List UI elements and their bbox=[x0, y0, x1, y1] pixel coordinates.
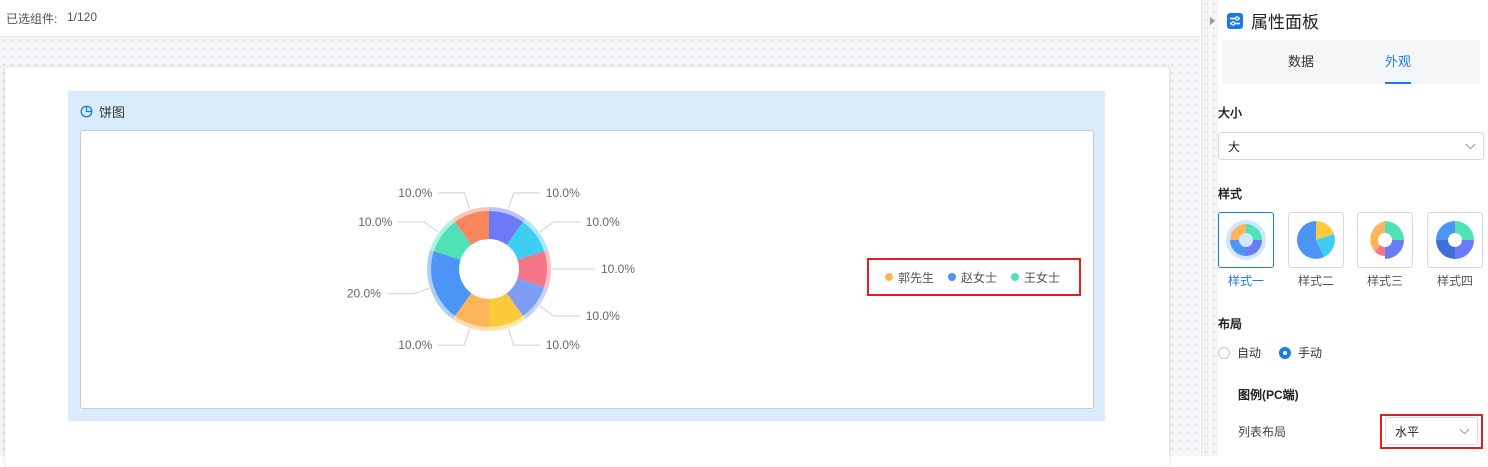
radio-manual-label: 手动 bbox=[1298, 346, 1323, 360]
slice-percent-label: 10.0% bbox=[586, 215, 620, 229]
widget-title: 饼图 bbox=[80, 103, 126, 120]
widget-title-text: 饼图 bbox=[99, 104, 126, 120]
pie-style-2-icon bbox=[1297, 221, 1335, 259]
layout-radio-group: 自动 手动 bbox=[1218, 344, 1322, 361]
legend-item[interactable]: 赵女士 bbox=[948, 269, 997, 286]
label-leader-line bbox=[507, 328, 540, 346]
collapse-caret-icon[interactable] bbox=[1210, 16, 1215, 25]
donut-style-4-icon bbox=[1436, 221, 1474, 259]
slice-percent-label: 10.0% bbox=[358, 215, 392, 229]
design-canvas: 饼图 10.0% 10.0% 10.0% 10.0% 10.0% 10.0% 20.0% 10… bbox=[0, 37, 1200, 467]
legend-marker-icon bbox=[885, 273, 893, 281]
chart-legend[interactable]: 郭先生 赵女士 王女士 bbox=[867, 258, 1081, 296]
label-leader-line bbox=[386, 287, 430, 295]
pie-chart-icon bbox=[80, 105, 93, 117]
selected-components-label: 已选组件: bbox=[6, 12, 58, 26]
donut-style-1-icon bbox=[1226, 220, 1266, 260]
size-section-title: 大小 bbox=[1218, 106, 1243, 120]
size-select-value: 大 bbox=[1228, 139, 1241, 154]
style-option-3-label: 样式三 bbox=[1366, 274, 1403, 288]
panel-gutter bbox=[1202, 0, 1218, 456]
legend-item-label: 郭先生 bbox=[898, 270, 935, 285]
panel-header: 属性面板 bbox=[1210, 8, 1319, 33]
label-leader-line bbox=[507, 192, 540, 210]
radio-auto-label: 自动 bbox=[1237, 346, 1262, 360]
legend-item[interactable]: 王女士 bbox=[1011, 269, 1060, 286]
style-option-3[interactable] bbox=[1357, 212, 1413, 268]
label-leader-line bbox=[539, 305, 580, 317]
legend-section-title: 图例(PC端) bbox=[1238, 388, 1299, 402]
tab-appearance[interactable]: 外观 bbox=[1385, 40, 1412, 84]
slice-percent-label: 10.0% bbox=[586, 309, 620, 323]
style-option-1-label: 样式一 bbox=[1227, 274, 1264, 288]
slice-percent-label: 10.0% bbox=[398, 186, 432, 200]
legend-item-label: 赵女士 bbox=[961, 270, 998, 285]
slice-percent-label: 20.0% bbox=[347, 287, 381, 301]
chevron-down-icon bbox=[1459, 424, 1470, 435]
label-leader-line bbox=[438, 328, 471, 346]
style-option-4-label: 样式四 bbox=[1436, 274, 1473, 288]
radio-manual[interactable] bbox=[1279, 346, 1292, 359]
layout-section-title: 布局 bbox=[1218, 317, 1243, 331]
page-card: 饼图 10.0% 10.0% 10.0% 10.0% 10.0% 10.0% 20.0% 10… bbox=[5, 67, 1169, 467]
list-layout-value: 水平 bbox=[1395, 424, 1420, 439]
slice-percent-label: 10.0% bbox=[398, 338, 432, 352]
style-section-title: 样式 bbox=[1218, 187, 1243, 201]
rose-style-3-icon bbox=[1370, 221, 1404, 259]
chart-area: 10.0% 10.0% 10.0% 10.0% 10.0% 10.0% 20.0% 10.0%… bbox=[80, 130, 1094, 409]
sliders-icon bbox=[1227, 12, 1243, 29]
legend-item[interactable]: 郭先生 bbox=[885, 269, 934, 286]
slice-percent-label: 10.0% bbox=[546, 338, 580, 352]
panel-tabs: 数据 外观 bbox=[1222, 40, 1480, 84]
tab-data[interactable]: 数据 bbox=[1288, 40, 1314, 84]
legend-marker-icon bbox=[948, 273, 957, 281]
pie-chart-widget[interactable]: 饼图 10.0% 10.0% 10.0% 10.0% 10.0% 10.0% 20.0% 10… bbox=[68, 91, 1105, 421]
label-leader-line bbox=[398, 221, 439, 233]
legend-item-label: 王女士 bbox=[1024, 270, 1061, 285]
property-panel: 属性面板 数据 外观 大小 大 样式 样式一 样式二 样式三 样式四 布局 自动… bbox=[1201, 0, 1488, 456]
top-status-bar: 已选组件: 1/120 bbox=[0, 0, 1200, 37]
selected-components-count: 1/120 bbox=[67, 10, 98, 24]
list-layout-select[interactable]: 水平 bbox=[1385, 417, 1478, 445]
style-option-4[interactable] bbox=[1427, 212, 1483, 268]
slice-percent-label: 10.0% bbox=[601, 262, 635, 276]
slice-percent-label: 10.0% bbox=[546, 186, 580, 200]
panel-title: 属性面板 bbox=[1251, 13, 1319, 32]
radio-auto[interactable] bbox=[1218, 346, 1230, 359]
legend-marker-icon bbox=[1011, 273, 1020, 281]
chevron-down-icon bbox=[1465, 139, 1476, 150]
size-select[interactable]: 大 bbox=[1218, 132, 1484, 160]
list-layout-label: 列表布局 bbox=[1238, 425, 1287, 439]
style-option-2-label: 样式二 bbox=[1297, 274, 1334, 288]
style-option-1[interactable] bbox=[1218, 212, 1274, 268]
label-leader-line bbox=[539, 221, 580, 233]
label-leader-line bbox=[438, 192, 471, 210]
style-option-2[interactable] bbox=[1288, 212, 1344, 268]
